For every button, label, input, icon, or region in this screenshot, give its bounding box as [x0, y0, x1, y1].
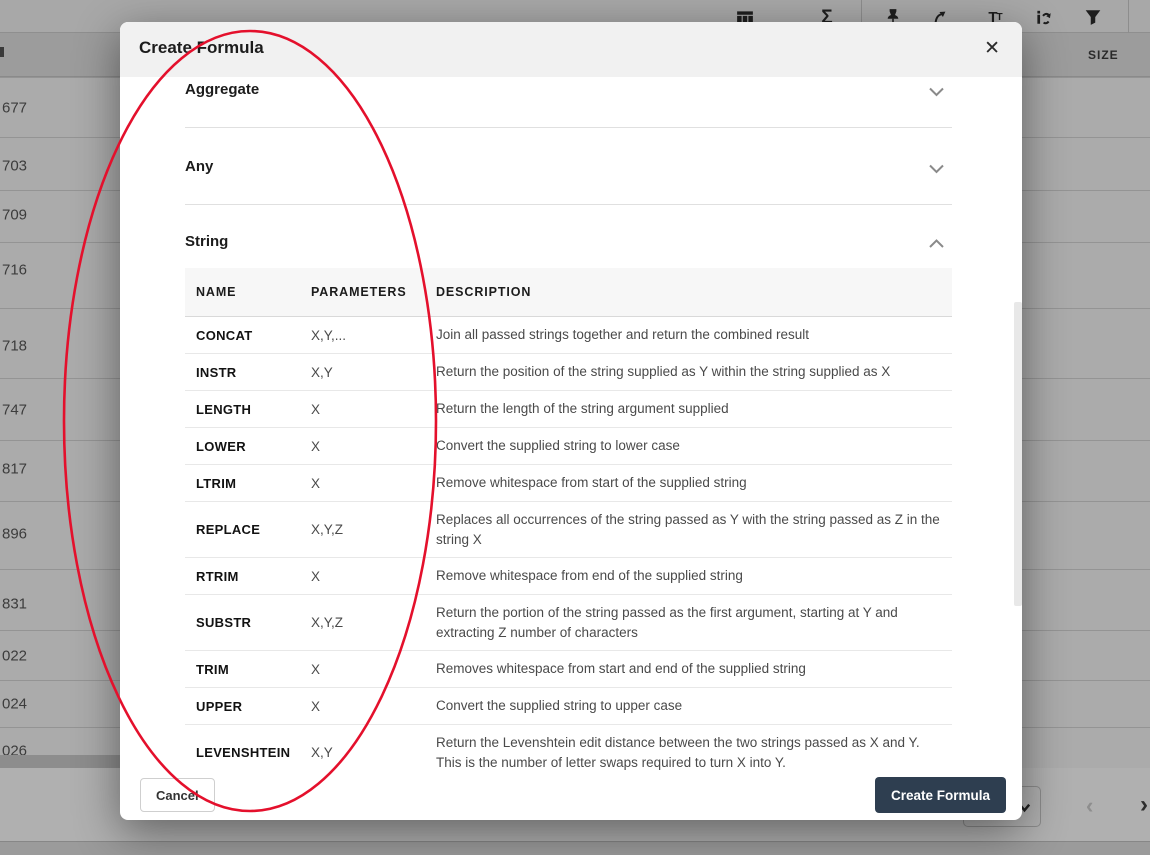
table-row[interactable]: INSTR X,Y Return the position of the str…	[185, 354, 952, 391]
table-row[interactable]: REPLACE X,Y,Z Replaces all occurrences o…	[185, 502, 952, 558]
section-label: Aggregate	[185, 81, 260, 98]
function-description: Convert the supplied string to lower cas…	[436, 438, 680, 453]
section-label: String	[185, 233, 229, 250]
table-row[interactable]: TRIM X Removes whitespace from start and…	[185, 651, 952, 688]
function-parameters: X,Y,Z	[311, 522, 344, 537]
header-parameters: PARAMETERS	[311, 285, 407, 299]
change-type-icon[interactable]	[1030, 4, 1056, 30]
function-name: RTRIM	[196, 568, 239, 584]
background-cell-value: 024	[2, 695, 28, 713]
clipped-column-header	[0, 47, 4, 57]
background-horizontal-scrollbar[interactable]	[0, 755, 124, 768]
filter-icon[interactable]	[1080, 4, 1106, 30]
function-description: Return the portion of the string passed …	[436, 604, 898, 640]
close-icon[interactable]: ✕	[984, 36, 1000, 63]
function-parameters: X	[311, 401, 321, 417]
function-description: Join all passed strings together and ret…	[436, 327, 809, 342]
functions-table-header: NAME PARAMETERS DESCRIPTION	[185, 268, 952, 317]
function-parameters: X,Y	[311, 364, 333, 380]
previous-page-button[interactable]: ‹	[1086, 793, 1093, 819]
function-description: Remove whitespace from start of the supp…	[436, 475, 747, 490]
chevron-down-icon[interactable]	[928, 85, 945, 103]
table-row[interactable]: UPPER X Convert the supplied string to u…	[185, 688, 952, 725]
accordion-section-any[interactable]: Any	[185, 128, 952, 205]
header-description: DESCRIPTION	[436, 285, 532, 299]
table-row[interactable]: LEVENSHTEIN X,Y Return the Levenshtein e…	[185, 725, 952, 770]
function-name: CONCAT	[196, 327, 253, 343]
function-name: LENGTH	[196, 401, 252, 417]
function-description: Removes whitespace from start and end of…	[436, 661, 806, 676]
background-cell-value: 831	[2, 595, 28, 613]
chevron-up-icon[interactable]	[928, 237, 945, 255]
function-parameters: X	[311, 568, 321, 584]
dialog-title: Create Formula	[139, 38, 264, 57]
function-parameters: X	[311, 438, 321, 454]
function-description: Remove whitespace from end of the suppli…	[436, 568, 743, 583]
background-cell-value: 896	[2, 525, 28, 543]
background-cell-value: 817	[2, 460, 28, 478]
function-parameters: X	[311, 475, 321, 491]
function-parameters: X	[311, 661, 321, 677]
background-cell-value: 677	[2, 99, 28, 117]
background-cell-value: 703	[2, 157, 28, 175]
background-cell-value: 747	[2, 401, 28, 419]
table-row[interactable]: SUBSTR X,Y,Z Return the portion of the s…	[185, 595, 952, 651]
background-cell-value: 022	[2, 647, 28, 665]
function-name: UPPER	[196, 698, 243, 714]
functions-table-body: CONCAT X,Y,... Join all passed strings t…	[185, 317, 952, 770]
table-row[interactable]: CONCAT X,Y,... Join all passed strings t…	[185, 317, 952, 354]
function-description: Convert the supplied string to upper cas…	[436, 698, 683, 713]
cancel-button[interactable]: Cancel	[140, 778, 215, 812]
table-row[interactable]: RTRIM X Remove whitespace from end of th…	[185, 558, 952, 595]
dialog-body: Aggregate Any String NAME PARAMETERS DES…	[185, 77, 952, 770]
function-name: LOWER	[196, 438, 246, 454]
function-description: Return the position of the string suppli…	[436, 364, 891, 379]
chevron-down-icon[interactable]	[928, 162, 945, 180]
next-page-button[interactable]: ›	[1140, 791, 1148, 819]
dialog-header: Create Formula ✕	[120, 22, 1022, 77]
background-cell-value: 709	[2, 206, 28, 224]
section-label: Any	[185, 158, 214, 175]
function-parameters: X	[311, 698, 321, 714]
header-name: NAME	[196, 285, 237, 299]
accordion-section-aggregate[interactable]: Aggregate	[185, 77, 952, 128]
accordion-section-string[interactable]: String	[185, 205, 952, 268]
background-footer-bar	[0, 841, 1150, 855]
function-description: Return the length of the string argument…	[436, 401, 729, 416]
table-row[interactable]: LENGTH X Return the length of the string…	[185, 391, 952, 428]
table-row[interactable]: LOWER X Convert the supplied string to l…	[185, 428, 952, 465]
function-parameters: X,Y,...	[311, 327, 347, 343]
create-formula-button[interactable]: Create Formula	[874, 777, 1006, 813]
function-name: SUBSTR	[196, 615, 252, 630]
background-cell-value: 718	[2, 337, 28, 355]
table-row[interactable]: LTRIM X Remove whitespace from start of …	[185, 465, 952, 502]
function-name: TRIM	[196, 661, 229, 677]
background-cell-value: 716	[2, 261, 28, 279]
app-screen: Σ TT SIZE 677 703 709 716 718 747 817 896 831 022…	[0, 0, 1150, 855]
create-formula-dialog: Create Formula ✕ Aggregate Any String NA…	[120, 22, 1022, 820]
size-column-header: SIZE	[1088, 48, 1119, 62]
function-name: REPLACE	[196, 522, 261, 537]
function-description: Return the Levenshtein edit distance bet…	[436, 734, 920, 770]
function-name: LEVENSHTEIN	[196, 745, 291, 760]
function-parameters: X,Y,Z	[311, 615, 344, 630]
dialog-scrollbar-thumb[interactable]	[1014, 302, 1022, 606]
function-name: LTRIM	[196, 475, 237, 491]
function-name: INSTR	[196, 364, 237, 380]
function-description: Replaces all occurrences of the string p…	[436, 511, 940, 547]
function-parameters: X,Y	[311, 745, 333, 760]
